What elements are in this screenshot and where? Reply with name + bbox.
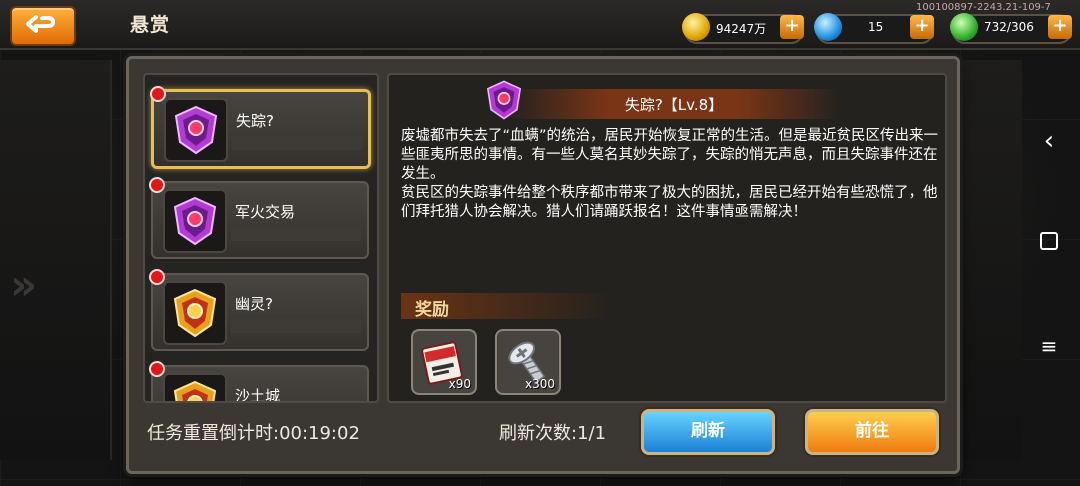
quest-badge <box>163 189 227 253</box>
gold-value: 94247万 <box>716 22 767 36</box>
reward-header: 奖励 <box>401 293 611 320</box>
server-id-text: 100100897-2243.21-109-7 <box>916 2 1051 13</box>
reward-item[interactable]: x300 <box>495 329 561 395</box>
quest-item[interactable]: 幽灵? <box>149 269 369 351</box>
background-door-right <box>960 60 1022 460</box>
item-stripe <box>231 227 361 241</box>
crystal-value: 15 <box>868 20 884 34</box>
back-button[interactable] <box>10 6 76 46</box>
quest-item[interactable]: 沙土城 <box>149 361 369 403</box>
quest-label: 沙土城 <box>235 387 281 403</box>
quest-item[interactable]: 军火交易 <box>149 177 369 259</box>
reward-item[interactable]: x90 <box>411 329 477 395</box>
quest-label: 失踪? <box>236 112 274 130</box>
gold-coin-icon <box>682 13 710 41</box>
gold-shield-badge-icon <box>173 380 217 401</box>
purple-shield-badge-icon <box>173 196 217 246</box>
item-stripe <box>231 319 361 333</box>
quest-detail-panel: 失踪?【Lv.8】 废墟都市失去了“血螨”的统治，居民开始恢复正常的生活。但是最… <box>387 73 947 403</box>
new-dot-icon <box>149 269 165 285</box>
add-crystal-button[interactable]: + <box>910 15 934 39</box>
energy-resource: 732/306 + <box>950 13 1072 44</box>
quest-item[interactable]: 失踪? <box>150 86 371 169</box>
gold-resource: 94247万 + <box>682 13 804 44</box>
go-button[interactable]: 前往 <box>805 409 939 455</box>
energy-value: 732/306 <box>984 20 1034 34</box>
return-arrow-icon <box>26 15 55 33</box>
quest-badge <box>163 281 227 345</box>
energy-gem-icon <box>950 13 978 41</box>
detail-title: 失踪?【Lv.8】 <box>624 96 724 114</box>
page-title: 悬赏 <box>130 14 171 36</box>
reward-count: x90 <box>448 377 471 391</box>
quest-badge <box>163 373 227 401</box>
quest-label: 军火交易 <box>235 203 296 221</box>
gold-shield-badge-icon <box>173 288 217 338</box>
purple-shield-badge-icon <box>486 80 522 120</box>
refresh-button[interactable]: 刷新 <box>641 409 775 455</box>
background-door-left: » <box>0 60 112 460</box>
add-energy-button[interactable]: + <box>1048 15 1072 39</box>
top-bar: 悬赏 100100897-2243.21-109-7 94247万 + 15 +… <box>0 0 1080 50</box>
system-home-icon[interactable] <box>1024 232 1074 254</box>
add-gold-button[interactable]: + <box>780 15 804 39</box>
item-stripe <box>232 136 362 150</box>
reset-countdown: 任务重置倒计时:00:19:02 <box>147 423 360 444</box>
system-menu-icon[interactable]: ≡ <box>1024 334 1074 358</box>
reward-label: 奖励 <box>415 300 449 320</box>
crystal-resource: 15 + <box>814 13 934 44</box>
detail-header: 失踪?【Lv.8】 <box>509 89 839 119</box>
refresh-count: 刷新次数:1/1 <box>499 423 607 444</box>
bounty-dialog: 失踪? 军火交易 幽灵? 沙土城 失踪?【Lv.8】 废墟都市失去了“血螨”的统… <box>126 56 960 474</box>
quest-badge <box>164 98 228 162</box>
purple-shield-badge-icon <box>174 105 218 155</box>
new-dot-icon <box>149 177 165 193</box>
new-dot-icon <box>150 86 166 102</box>
quest-list[interactable]: 失踪? 军火交易 幽灵? 沙土城 <box>143 73 379 403</box>
system-back-icon[interactable]: ‹ <box>1024 126 1074 156</box>
quest-label: 幽灵? <box>235 295 273 313</box>
quest-description: 废墟都市失去了“血螨”的统治，居民开始恢复正常的生活。但是最近贫民区传出来一些匪… <box>401 128 939 220</box>
blue-crystal-icon <box>814 13 842 41</box>
reward-count: x300 <box>524 377 555 391</box>
new-dot-icon <box>149 361 165 377</box>
